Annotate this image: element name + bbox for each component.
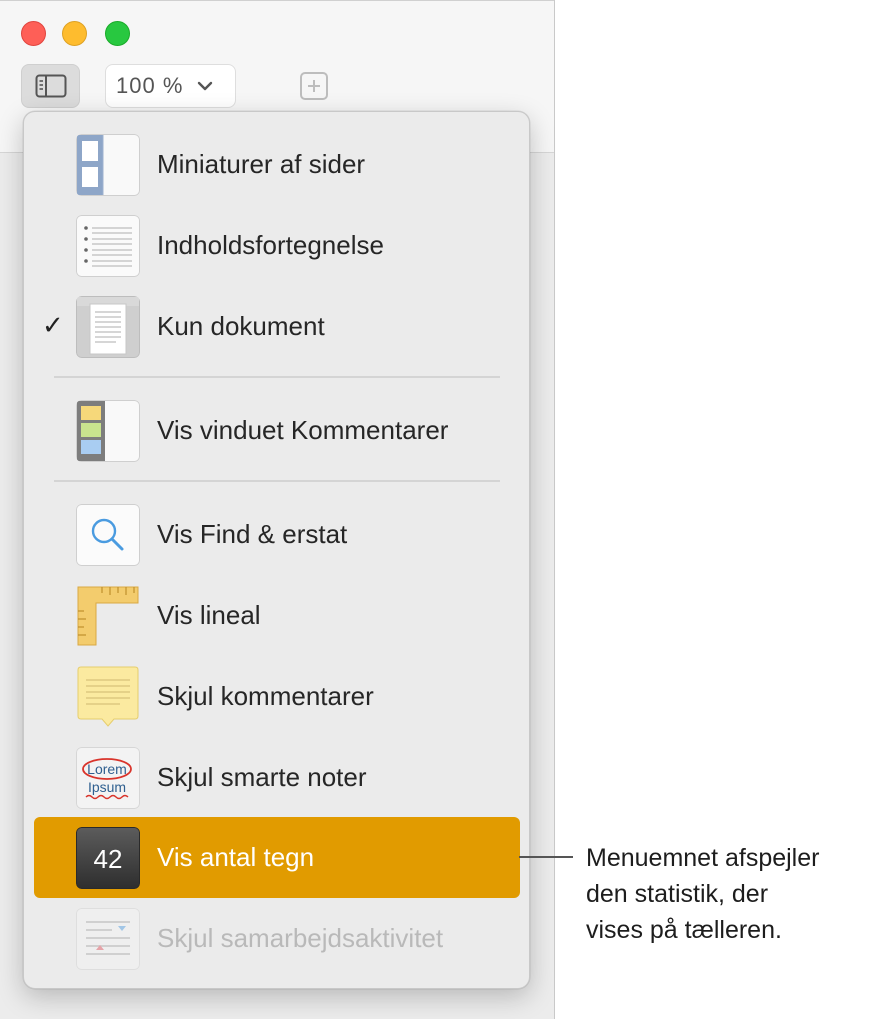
menu-item-label: Vis antal tegn [157,842,315,872]
comments-pane-icon [76,400,140,462]
menu-item-label: Skjul samarbejdsaktivitet [157,923,444,953]
checkmark-icon: ✓ [42,310,64,340]
menu-item-comments-pane[interactable]: Vis vinduet Kommentarer [34,390,520,471]
chevron-down-icon [198,81,213,91]
menu-item-hide-comments[interactable]: Skjul kommentarer [34,656,520,737]
icon-text-ipsum: Ipsum [88,779,126,795]
menu-item-hide-smart-annotations[interactable]: Lorem Ipsum Skjul smarte noter [34,737,520,818]
menu-item-find-replace[interactable]: Vis Find & erstat [34,494,520,575]
menu-item-label: Indholdsfortegnelse [157,230,384,260]
view-menu: Miniaturer af sider Indholdsfortegnelse … [23,111,530,989]
collaboration-activity-icon [76,908,140,970]
sidebar-icon [35,74,66,98]
table-of-contents-icon [76,215,140,277]
menu-item-ruler[interactable]: Vis lineal [34,575,520,656]
menu-item-document-only[interactable]: ✓ Kun dokument [34,286,520,367]
add-page-button[interactable] [300,72,328,100]
menu-item-label: Vis lineal [157,600,261,630]
zoom-window-button[interactable] [105,21,130,46]
comment-note-icon [76,666,140,728]
minimize-window-button[interactable] [62,21,87,46]
menu-item-label: Miniaturer af sider [157,149,366,179]
document-only-icon [76,296,140,358]
page-thumbnails-icon [76,134,140,196]
callout-line-2: den statistik, der [586,880,769,908]
callout-leader-line [519,856,573,858]
menu-separator [54,480,500,482]
callout-line-3: vises på tælleren. [586,916,782,944]
icon-text-lorem: Lorem [87,761,127,777]
zoom-level: 100 % [116,73,184,98]
close-window-button[interactable] [21,21,46,46]
menu-item-label: Kun dokument [157,311,325,341]
menu-item-label: Vis vinduet Kommentarer [157,415,449,445]
menu-item-label: Skjul kommentarer [157,681,374,711]
word-count-number: 42 [94,844,123,874]
callout-line-1: Menuemnet afspejler [586,844,820,872]
view-menu-button[interactable] [21,64,80,108]
callout-annotation: Menuemnet afspejler den statistik, der v… [586,840,866,948]
menu-item-label: Skjul smarte noter [157,762,367,792]
word-count-icon: 42 [76,827,140,889]
menu-item-label: Vis Find & erstat [157,519,348,549]
smart-annotation-icon: Lorem Ipsum [76,747,140,809]
plus-icon [308,80,320,92]
zoom-popup-button[interactable]: 100 % [105,64,236,108]
ruler-icon [76,585,140,647]
menu-item-page-thumbnails[interactable]: Miniaturer af sider [34,124,520,205]
window-top-edge [0,0,554,1]
menu-item-table-of-contents[interactable]: Indholdsfortegnelse [34,205,520,286]
menu-item-collaboration-activity: Skjul samarbejdsaktivitet [34,898,520,979]
find-replace-icon [76,504,140,566]
menu-item-word-count[interactable]: 42 Vis antal tegn [34,817,520,898]
menu-separator [54,376,500,378]
